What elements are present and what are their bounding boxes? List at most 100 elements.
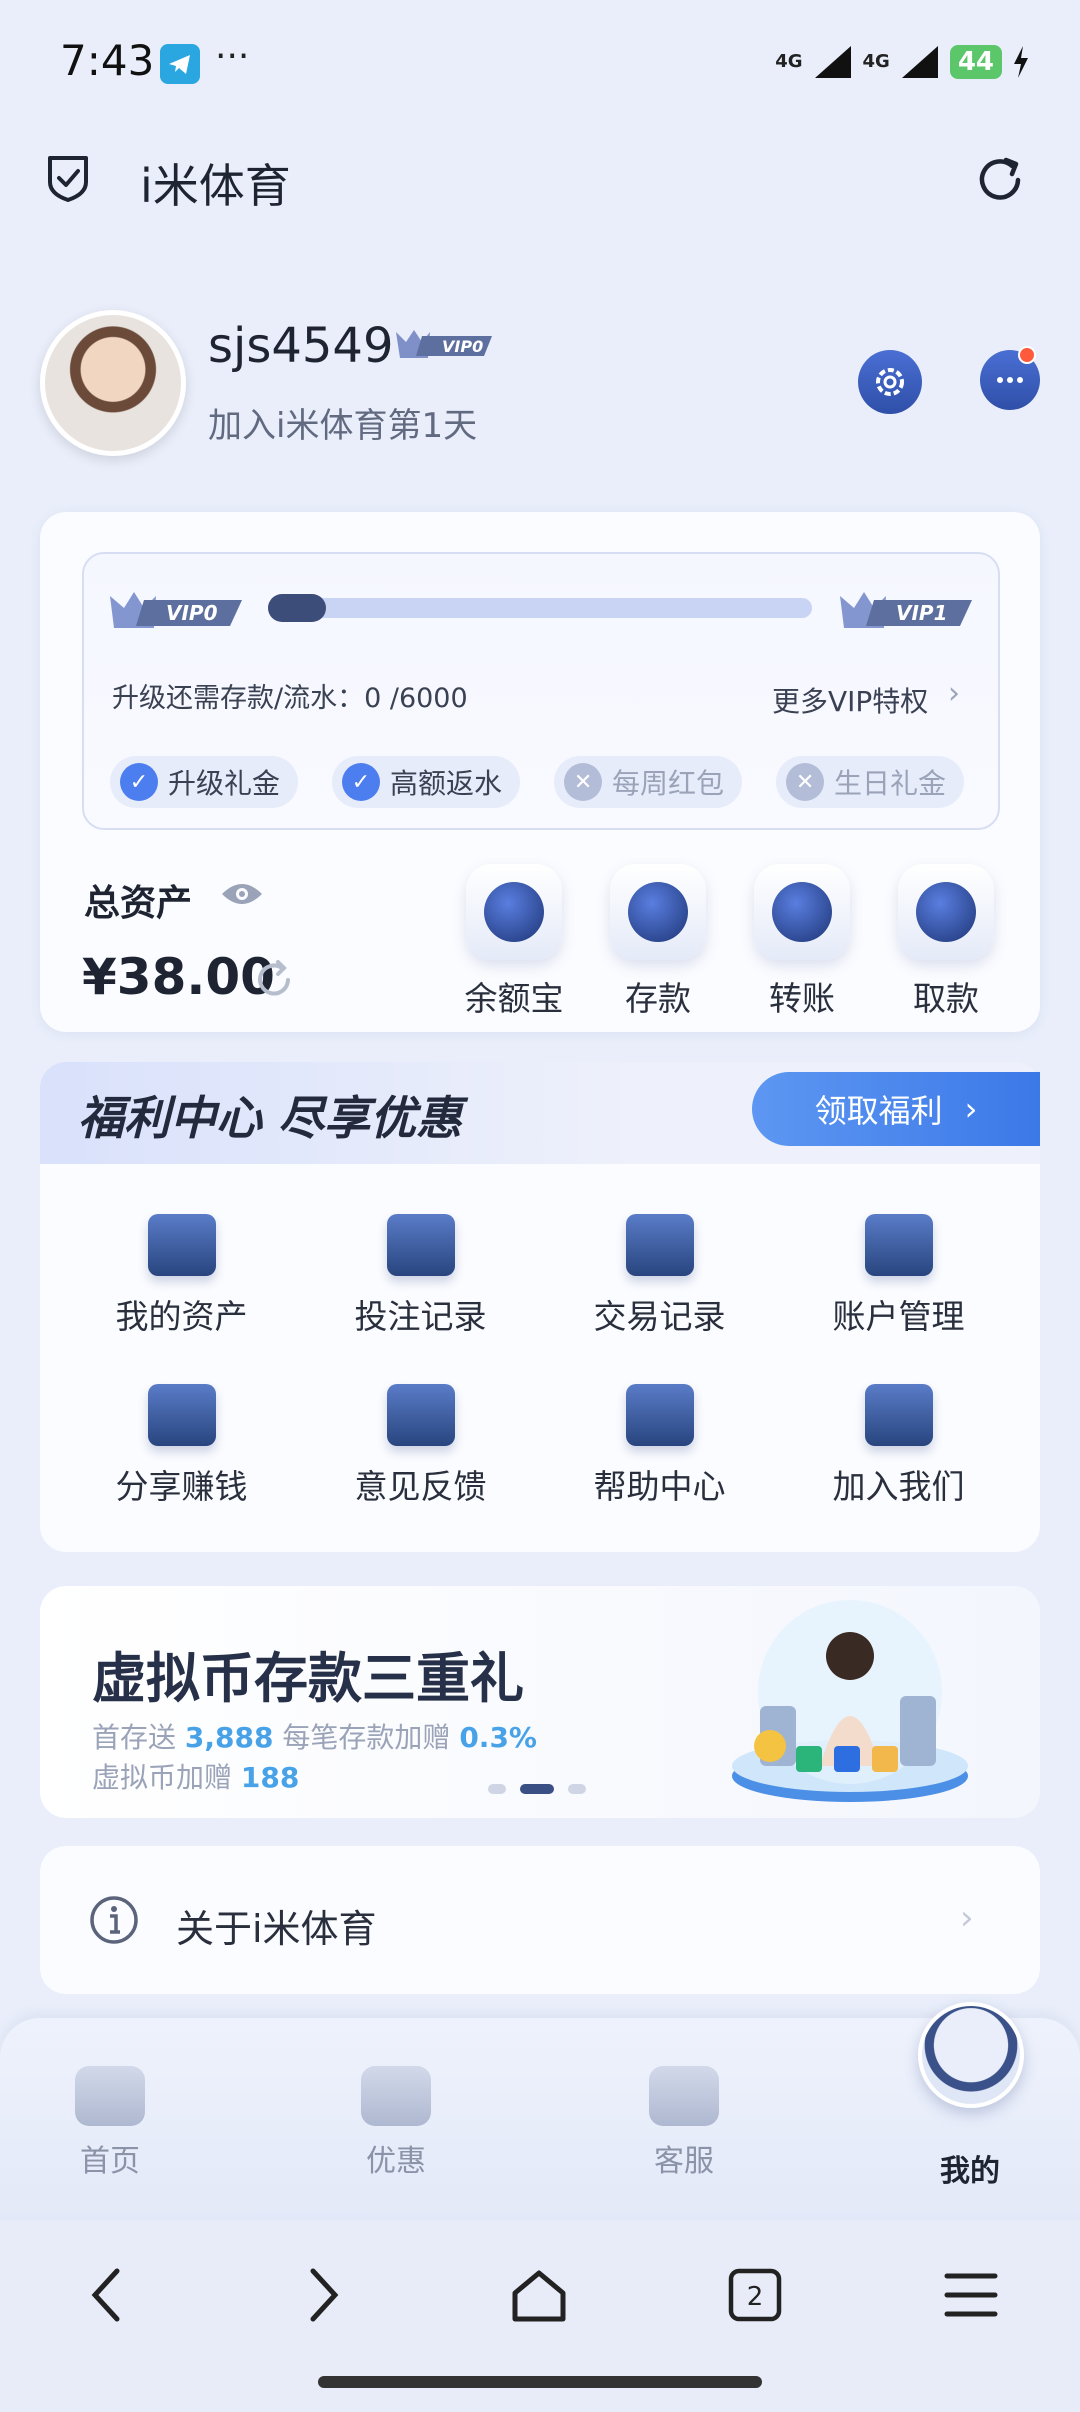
- withdraw-button[interactable]: 取款: [896, 864, 996, 1020]
- carousel-indicator: [488, 1784, 586, 1794]
- grid-item-share-earn[interactable]: 分享赚钱: [62, 1384, 301, 1508]
- refresh-icon[interactable]: [972, 152, 1028, 208]
- vip-badge-text: VIP0: [442, 337, 483, 356]
- close-icon: ✕: [786, 763, 825, 801]
- banner-text: 首存送: [92, 1721, 177, 1754]
- deposit-button[interactable]: 存款: [608, 864, 708, 1020]
- action-label: 余额宝: [464, 979, 564, 1018]
- grid-item-my-assets[interactable]: 我的资产: [62, 1214, 301, 1338]
- vip-next-badge: VIP1: [840, 592, 972, 628]
- status-indicators: 4G 4G 44: [775, 40, 1030, 84]
- join-days-text: 加入i米体育第1天: [208, 406, 478, 446]
- grid-item-label: 投注记录: [354, 1297, 487, 1336]
- grid-item-help-center[interactable]: 帮助中心: [540, 1384, 779, 1508]
- charging-icon: [1014, 46, 1028, 78]
- tab-home[interactable]: 首页: [40, 2066, 180, 2180]
- tab-label: 首页: [80, 2144, 140, 2179]
- check-icon: ✓: [120, 763, 158, 801]
- tab-label: 我的: [940, 2154, 1000, 2189]
- eye-icon[interactable]: [220, 880, 264, 908]
- grid-item-label: 意见反馈: [354, 1467, 487, 1506]
- status-more: ···: [215, 36, 250, 77]
- action-label: 取款: [913, 979, 979, 1018]
- page-title: i米体育: [140, 159, 291, 213]
- discount-icon: [361, 2066, 431, 2126]
- shield-check-icon[interactable]: [44, 152, 92, 204]
- grid-item-transaction-records[interactable]: 交易记录: [540, 1214, 779, 1338]
- vip-current-text: VIP0: [166, 601, 218, 625]
- grid-item-account-management[interactable]: 账户管理: [779, 1214, 1018, 1338]
- signal-icon: [901, 46, 938, 78]
- gear-icon: [876, 368, 904, 396]
- chevron-right-icon[interactable]: ›: [948, 676, 960, 711]
- total-assets-value: ¥38.00: [82, 948, 275, 1006]
- avatar[interactable]: [40, 310, 186, 456]
- tab-label: 客服: [654, 2144, 714, 2179]
- gesture-home-indicator[interactable]: [318, 2376, 762, 2388]
- vip-progress-indicator: [268, 594, 326, 622]
- grid-item-label: 我的资产: [115, 1297, 248, 1336]
- vip-level-badge: VIP0: [396, 330, 492, 358]
- transfer-button[interactable]: 转账: [752, 864, 852, 1020]
- card-icon: [898, 864, 994, 960]
- carousel-dot-active[interactable]: [520, 1784, 554, 1794]
- tab-customer-service[interactable]: 客服: [614, 2066, 754, 2180]
- perk-label: 生日礼金: [834, 767, 947, 800]
- perk-label: 每周红包: [612, 767, 725, 800]
- help-book-icon: [625, 1384, 694, 1446]
- carousel-dot[interactable]: [568, 1784, 586, 1794]
- check-icon: ✓: [342, 763, 381, 801]
- home-button[interactable]: [504, 2260, 574, 2330]
- banner-highlight: 188: [240, 1761, 300, 1794]
- banner-highlight: 3,888: [184, 1721, 274, 1754]
- battery-indicator: 44: [949, 45, 1002, 79]
- edit-icon: [386, 1384, 455, 1446]
- menu-button[interactable]: [936, 2260, 1006, 2330]
- home-icon: [75, 2066, 145, 2126]
- banner-line-2: 虚拟币加赠 188: [92, 1756, 299, 1796]
- perk-label: 高额返水: [390, 767, 503, 800]
- info-icon: [90, 1896, 138, 1944]
- chat-bubble-icon: [997, 377, 1023, 383]
- folder-icon: [864, 1214, 933, 1276]
- grid-item-bet-records[interactable]: 投注记录: [301, 1214, 540, 1338]
- grid-item-label: 账户管理: [832, 1297, 965, 1336]
- grid-item-feedback[interactable]: 意见反馈: [301, 1384, 540, 1508]
- tab-promotions[interactable]: 优惠: [326, 2066, 466, 2180]
- transfer-icon: [754, 864, 850, 960]
- grid-item-label: 加入我们: [832, 1467, 965, 1506]
- home-icon: [512, 2270, 566, 2322]
- wallet-icon: [610, 864, 706, 960]
- tabs-count: 2: [747, 2282, 764, 2312]
- vip-next-text: VIP1: [896, 601, 948, 625]
- claim-welfare-button[interactable]: 领取福利 ›: [752, 1072, 1040, 1146]
- back-button[interactable]: [72, 2260, 142, 2330]
- forward-button[interactable]: [288, 2260, 358, 2330]
- carousel-dot[interactable]: [488, 1784, 506, 1794]
- more-vip-link[interactable]: 更多VIP特权: [772, 680, 928, 720]
- perk-weekly-redpacket: ✕ 每周红包: [554, 756, 743, 808]
- banner-line-1: 首存送 3,888 每笔存款加赠 0.3%: [92, 1716, 537, 1756]
- tab-me[interactable]: 我的: [900, 2136, 1040, 2190]
- claim-welfare-label: 领取福利: [814, 1092, 943, 1130]
- vip-perks: ✓ 升级礼金 ✓ 高额返水 ✕ 每周红包 ✕ 生日礼金: [110, 756, 965, 808]
- chevron-right-icon: ›: [960, 1898, 974, 1938]
- perk-rebate: ✓ 高额返水: [332, 756, 521, 808]
- grid-item-join-us[interactable]: 加入我们: [779, 1384, 1018, 1508]
- network-type-2: 4G: [862, 51, 890, 72]
- settings-button[interactable]: [858, 350, 922, 414]
- vip-current-badge: VIP0: [110, 592, 242, 628]
- yuebao-button[interactable]: 余额宝: [464, 864, 564, 1020]
- banner-title: 虚拟币存款三重礼: [92, 1647, 524, 1710]
- chevron-right-icon: [310, 2268, 339, 2322]
- chevron-left-icon: [91, 2268, 120, 2322]
- grid-item-label: 分享赚钱: [115, 1467, 248, 1506]
- clipboard-icon: [625, 1214, 694, 1276]
- welfare-title: 福利中心 尽享优惠: [78, 1091, 463, 1145]
- reload-icon[interactable]: [252, 958, 296, 1002]
- status-time: 7:43: [60, 36, 155, 85]
- user-icon[interactable]: [918, 2002, 1024, 2108]
- tabs-button[interactable]: 2: [720, 2260, 790, 2330]
- vip-progress-bar: [268, 598, 812, 618]
- banner-text: 虚拟币加赠: [92, 1761, 233, 1794]
